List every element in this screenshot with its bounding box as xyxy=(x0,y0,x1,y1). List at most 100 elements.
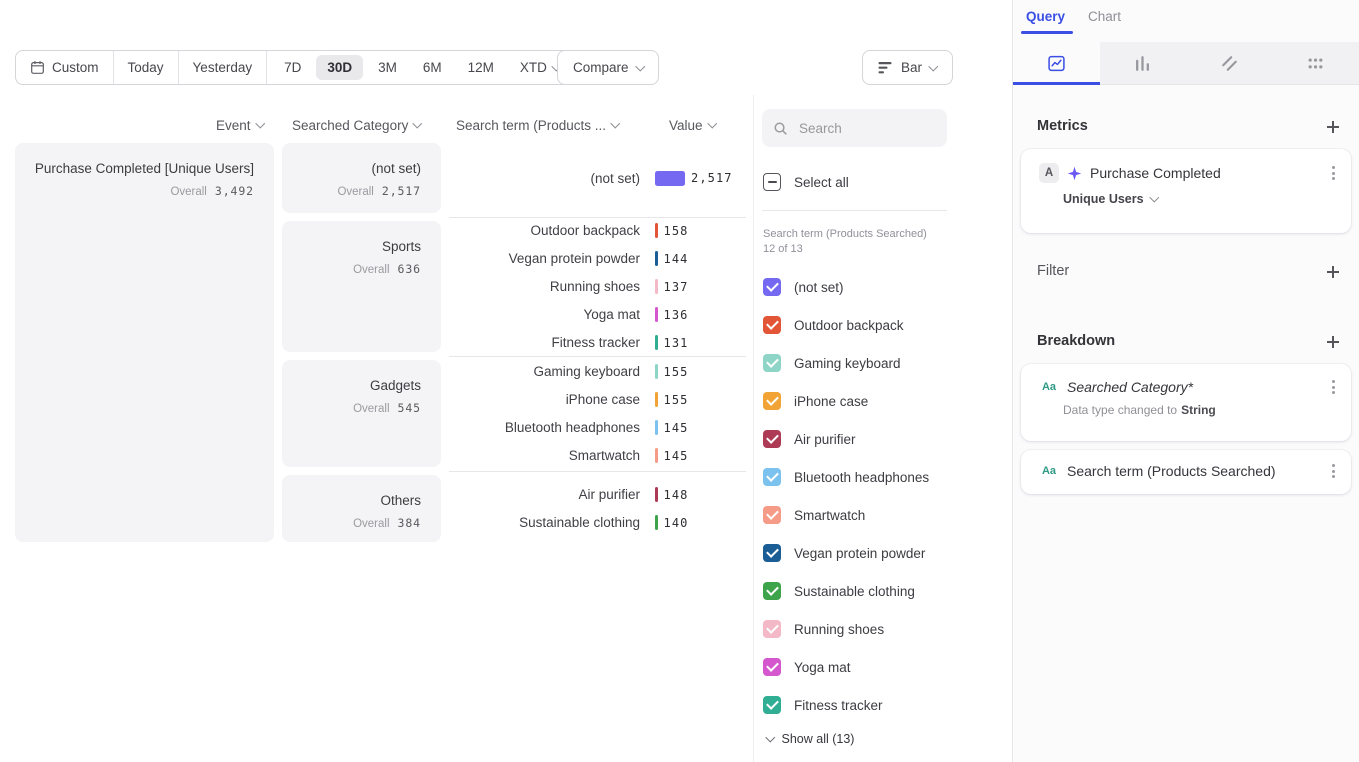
legend-checkbox[interactable] xyxy=(763,316,781,334)
indeterminate-icon xyxy=(768,181,777,183)
legend-item[interactable]: Outdoor backpack xyxy=(763,306,963,344)
category-cell[interactable]: GadgetsOverall545 xyxy=(282,360,441,467)
legend-checkbox[interactable] xyxy=(763,620,781,638)
value-bar xyxy=(655,223,658,238)
legend-item[interactable]: Gaming keyboard xyxy=(763,344,963,382)
tab-flows[interactable] xyxy=(1273,42,1359,84)
tab-insights[interactable] xyxy=(1013,42,1100,84)
term-group: Outdoor backpack158Vegan protein powder1… xyxy=(449,221,746,352)
show-all-button[interactable]: Show all (13) xyxy=(767,732,854,746)
legend-list: (not set)Outdoor backpackGaming keyboard… xyxy=(763,268,963,724)
range-12m-button[interactable]: 12M xyxy=(457,55,505,80)
term-row[interactable]: Fitness tracker131 xyxy=(449,329,746,357)
legend-item[interactable]: Fitness tracker xyxy=(763,686,963,724)
term-value: 136 xyxy=(664,308,689,322)
legend-checkbox[interactable] xyxy=(763,430,781,448)
term-label: Bluetooth headphones xyxy=(449,420,640,435)
column-header-event[interactable]: Event xyxy=(15,117,263,133)
breakdown-card[interactable]: Aa Searched Category* Data type changed … xyxy=(1021,364,1351,441)
column-header-category[interactable]: Searched Category xyxy=(292,117,421,133)
terms-column: (not set)2,517 Outdoor backpack158Vegan p… xyxy=(449,143,746,550)
legend-checkbox[interactable] xyxy=(763,658,781,676)
select-all[interactable]: Select all xyxy=(763,173,849,191)
term-row[interactable]: Bluetooth headphones145 xyxy=(449,414,746,442)
add-filter-button[interactable] xyxy=(1325,264,1341,280)
query-panel: Query Chart Metrics A Purchase Completed xyxy=(1013,0,1359,762)
add-metric-button[interactable] xyxy=(1325,119,1341,135)
legend-checkbox[interactable] xyxy=(763,278,781,296)
legend-item[interactable]: Bluetooth headphones xyxy=(763,458,963,496)
legend-checkbox[interactable] xyxy=(763,354,781,372)
term-row[interactable]: Yoga mat136 xyxy=(449,301,746,329)
tab-query[interactable]: Query xyxy=(1026,9,1065,24)
category-cell[interactable]: OthersOverall384 xyxy=(282,475,441,542)
chevron-down-icon xyxy=(611,119,620,128)
select-all-checkbox[interactable] xyxy=(763,173,781,191)
measure-label: Unique Users xyxy=(1063,192,1144,206)
add-breakdown-button[interactable] xyxy=(1325,334,1341,350)
range-6m-button[interactable]: 6M xyxy=(412,55,453,80)
legend-checkbox[interactable] xyxy=(763,696,781,714)
chart-type-label: Bar xyxy=(901,60,922,75)
legend-checkbox[interactable] xyxy=(763,582,781,600)
legend-checkbox[interactable] xyxy=(763,544,781,562)
legend-item[interactable]: Vegan protein powder xyxy=(763,534,963,572)
date-range-group: Custom Today Yesterday 7D 30D 3M 6M 12M … xyxy=(15,50,573,85)
category-cell[interactable]: (not set)Overall2,517 xyxy=(282,143,441,213)
category-cell[interactable]: SportsOverall636 xyxy=(282,221,441,352)
legend-search[interactable] xyxy=(762,109,947,147)
filter-header: Filter xyxy=(1037,263,1069,279)
term-value: 145 xyxy=(664,449,689,463)
column-header-search-term[interactable]: Search term (Products ... xyxy=(456,117,619,133)
term-value: 140 xyxy=(664,516,689,530)
kebab-menu-icon[interactable] xyxy=(1328,378,1339,396)
range-7d-button[interactable]: 7D xyxy=(273,55,312,80)
column-header-value[interactable]: Value xyxy=(669,117,715,133)
tab-retention[interactable] xyxy=(1186,42,1273,84)
legend-item-label: Vegan protein powder xyxy=(794,546,925,561)
kebab-menu-icon[interactable] xyxy=(1328,164,1339,182)
breakdown-card[interactable]: Aa Search term (Products Searched) xyxy=(1021,450,1351,494)
yesterday-button[interactable]: Yesterday xyxy=(179,51,267,84)
range-3m-button[interactable]: 3M xyxy=(367,55,408,80)
chart-type-button[interactable]: Bar xyxy=(862,50,953,85)
legend-item[interactable]: Smartwatch xyxy=(763,496,963,534)
tab-funnels[interactable] xyxy=(1100,42,1187,84)
bar-chart-icon xyxy=(878,61,893,75)
report-type-tabs xyxy=(1013,42,1359,85)
legend-item[interactable]: Yoga mat xyxy=(763,648,963,686)
legend-checkbox[interactable] xyxy=(763,392,781,410)
legend-item[interactable]: Air purifier xyxy=(763,420,963,458)
legend-item[interactable]: Sustainable clothing xyxy=(763,572,963,610)
term-row[interactable]: Vegan protein powder144 xyxy=(449,245,746,273)
legend-item[interactable]: iPhone case xyxy=(763,382,963,420)
category-overall: Overall384 xyxy=(282,514,421,532)
custom-date-button[interactable]: Custom xyxy=(16,51,113,84)
legend-item-label: Smartwatch xyxy=(794,508,865,523)
legend-checkbox[interactable] xyxy=(763,506,781,524)
term-row[interactable]: Sustainable clothing140 xyxy=(449,509,746,537)
legend-checkbox[interactable] xyxy=(763,468,781,486)
range-30d-button[interactable]: 30D xyxy=(316,55,363,80)
term-row[interactable]: (not set)2,517 xyxy=(449,164,746,192)
search-input[interactable] xyxy=(797,120,931,137)
legend-item-label: Air purifier xyxy=(794,432,856,447)
metric-card[interactable]: A Purchase Completed Unique Users xyxy=(1021,149,1351,233)
legend-item[interactable]: (not set) xyxy=(763,268,963,306)
measure-dropdown[interactable]: Unique Users xyxy=(1063,192,1157,206)
term-row[interactable]: Running shoes137 xyxy=(449,273,746,301)
compare-button[interactable]: Compare xyxy=(557,50,659,85)
legend-item[interactable]: Running shoes xyxy=(763,610,963,648)
event-cell[interactable]: Purchase Completed [Unique Users] Overal… xyxy=(15,143,274,542)
term-row[interactable]: iPhone case155 xyxy=(449,386,746,414)
term-row[interactable]: Air purifier148 xyxy=(449,481,746,509)
today-button[interactable]: Today xyxy=(114,51,178,84)
divider xyxy=(753,95,754,762)
tab-chart[interactable]: Chart xyxy=(1088,9,1121,24)
kebab-menu-icon[interactable] xyxy=(1328,462,1339,480)
range-label: 7D xyxy=(284,60,301,75)
retention-icon xyxy=(1220,54,1239,73)
term-row[interactable]: Gaming keyboard155 xyxy=(449,358,746,386)
term-row[interactable]: Smartwatch145 xyxy=(449,442,746,470)
term-row[interactable]: Outdoor backpack158 xyxy=(449,217,746,245)
